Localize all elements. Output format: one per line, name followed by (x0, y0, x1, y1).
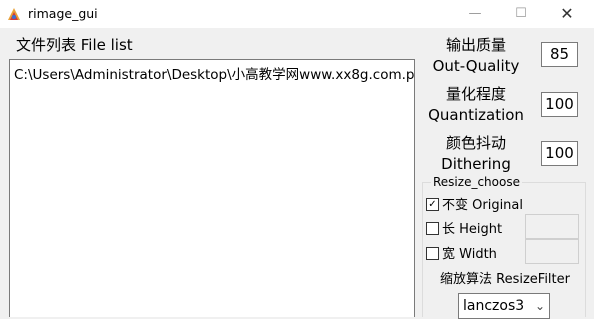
resize-group-legend: Resize_choose (431, 175, 522, 189)
quality-label-en: Out-Quality (432, 57, 520, 75)
minimize-button[interactable]: — (452, 0, 498, 28)
quantization-label: 量化程度 Quantization (420, 84, 532, 126)
original-option[interactable]: ✓ 不变 Original (426, 194, 524, 213)
quantization-input[interactable]: 100 (541, 92, 578, 117)
quality-label-cn: 输出质量 (445, 36, 506, 54)
height-input[interactable] (525, 214, 579, 239)
quality-input[interactable]: 85 (541, 42, 578, 67)
quantization-label-en: Quantization (428, 106, 524, 124)
height-label: 长 Height (442, 222, 503, 237)
window-title: rimage_gui (28, 6, 98, 21)
file-list[interactable]: C:\Users\Administrator\Desktop\小高教学网www.… (9, 59, 415, 317)
title-bar: rimage_gui — ☐ ✕ (0, 0, 594, 28)
width-checkbox[interactable] (426, 247, 439, 260)
list-item[interactable]: C:\Users\Administrator\Desktop\小高教学网www.… (14, 63, 414, 83)
quantization-label-cn: 量化程度 (445, 85, 506, 103)
resize-filter-select[interactable]: lanczos3 ⌄ (458, 293, 550, 319)
width-label: 宽 Width (442, 247, 497, 262)
width-option[interactable]: 宽 Width (426, 243, 497, 262)
resize-filter-label: 缩放算法 ResizeFilter (440, 272, 570, 287)
width-input[interactable] (525, 239, 579, 264)
dithering-label: 颜色抖动 Dithering (420, 133, 532, 175)
close-button[interactable]: ✕ (544, 0, 590, 28)
resize-filter-value: lanczos3 (463, 298, 525, 314)
quality-label: 输出质量 Out-Quality (420, 35, 532, 77)
dithering-input[interactable]: 100 (541, 141, 578, 166)
original-checkbox[interactable]: ✓ (426, 198, 439, 211)
dithering-label-cn: 颜色抖动 (445, 134, 506, 152)
height-checkbox[interactable] (426, 222, 439, 235)
app-icon (8, 8, 20, 20)
maximize-button[interactable]: ☐ (498, 0, 544, 28)
chevron-down-icon: ⌄ (534, 299, 545, 313)
original-label: 不变 Original (442, 198, 524, 213)
file-list-label: 文件列表 File list (16, 36, 133, 54)
height-option[interactable]: 长 Height (426, 218, 503, 237)
dithering-label-en: Dithering (441, 155, 511, 173)
